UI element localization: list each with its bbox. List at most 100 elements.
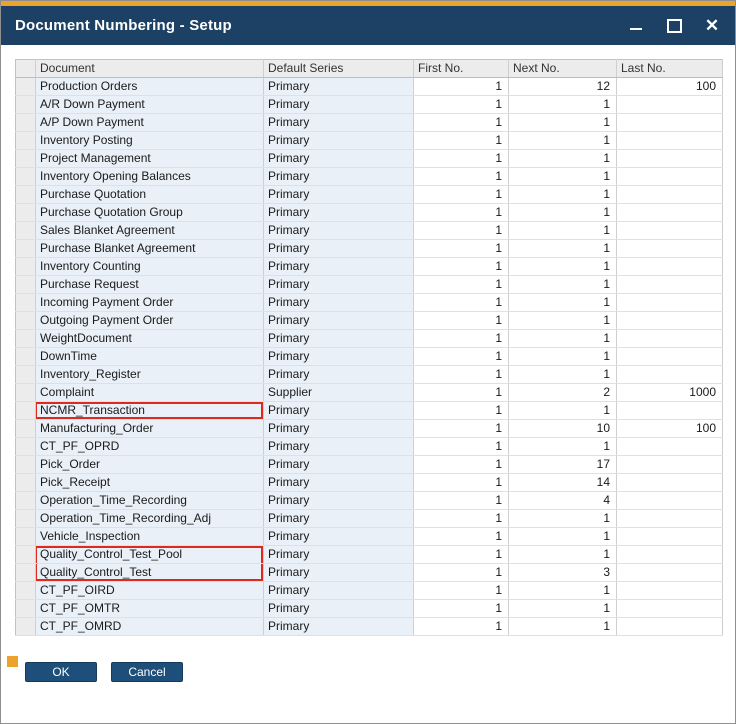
first-no-cell[interactable]: 1 <box>414 96 509 114</box>
last-no-cell[interactable]: 100 <box>617 420 723 438</box>
default-series-cell[interactable]: Primary <box>264 132 414 150</box>
default-series-cell[interactable]: Primary <box>264 528 414 546</box>
next-no-cell[interactable]: 1 <box>509 438 617 456</box>
cancel-button[interactable]: Cancel <box>111 662 183 682</box>
last-no-cell[interactable] <box>617 186 723 204</box>
last-no-cell[interactable]: 100 <box>617 78 723 96</box>
row-selector-cell[interactable] <box>16 420 36 438</box>
first-no-cell[interactable]: 1 <box>414 240 509 258</box>
row-selector-cell[interactable] <box>16 114 36 132</box>
next-no-cell[interactable]: 1 <box>509 330 617 348</box>
last-no-cell[interactable] <box>617 402 723 420</box>
document-cell[interactable]: Incoming Payment Order <box>36 294 264 312</box>
last-no-cell[interactable] <box>617 528 723 546</box>
last-no-cell[interactable] <box>617 510 723 528</box>
default-series-cell[interactable]: Primary <box>264 114 414 132</box>
default-series-cell[interactable]: Primary <box>264 564 414 582</box>
document-cell[interactable]: A/R Down Payment <box>36 96 264 114</box>
first-no-cell[interactable]: 1 <box>414 528 509 546</box>
next-no-cell[interactable]: 1 <box>509 618 617 636</box>
first-no-cell[interactable]: 1 <box>414 78 509 96</box>
row-selector-cell[interactable] <box>16 384 36 402</box>
next-no-cell[interactable]: 1 <box>509 204 617 222</box>
document-cell[interactable]: WeightDocument <box>36 330 264 348</box>
row-selector-cell[interactable] <box>16 240 36 258</box>
default-series-cell[interactable]: Primary <box>264 618 414 636</box>
next-no-cell[interactable]: 1 <box>509 402 617 420</box>
next-no-cell[interactable]: 1 <box>509 132 617 150</box>
row-selector-cell[interactable] <box>16 222 36 240</box>
document-cell[interactable]: Quality_Control_Test <box>36 564 264 582</box>
last-no-cell[interactable] <box>617 312 723 330</box>
document-cell[interactable]: Inventory Counting <box>36 258 264 276</box>
default-series-cell[interactable]: Primary <box>264 186 414 204</box>
next-no-cell[interactable]: 1 <box>509 528 617 546</box>
first-no-cell[interactable]: 1 <box>414 132 509 150</box>
first-no-cell[interactable]: 1 <box>414 474 509 492</box>
document-cell[interactable]: Operation_Time_Recording_Adj <box>36 510 264 528</box>
last-no-cell[interactable] <box>617 96 723 114</box>
row-selector-cell[interactable] <box>16 582 36 600</box>
next-no-cell[interactable]: 1 <box>509 600 617 618</box>
default-series-cell[interactable]: Primary <box>264 96 414 114</box>
next-no-cell[interactable]: 10 <box>509 420 617 438</box>
first-no-cell[interactable]: 1 <box>414 546 509 564</box>
row-selector-cell[interactable] <box>16 150 36 168</box>
first-no-cell[interactable]: 1 <box>414 420 509 438</box>
first-no-cell[interactable]: 1 <box>414 402 509 420</box>
last-no-cell[interactable]: 1000 <box>617 384 723 402</box>
last-no-cell[interactable] <box>617 618 723 636</box>
row-selector-cell[interactable] <box>16 474 36 492</box>
document-cell[interactable]: Purchase Quotation <box>36 186 264 204</box>
next-no-cell[interactable]: 1 <box>509 186 617 204</box>
minimize-button[interactable] <box>627 17 645 35</box>
last-no-cell[interactable] <box>617 564 723 582</box>
document-cell[interactable]: Purchase Blanket Agreement <box>36 240 264 258</box>
document-cell[interactable]: Outgoing Payment Order <box>36 312 264 330</box>
row-selector-cell[interactable] <box>16 366 36 384</box>
last-no-cell[interactable] <box>617 600 723 618</box>
last-no-cell[interactable] <box>617 114 723 132</box>
last-no-cell[interactable] <box>617 492 723 510</box>
document-cell[interactable]: Inventory Opening Balances <box>36 168 264 186</box>
default-series-cell[interactable]: Primary <box>264 294 414 312</box>
default-series-cell[interactable]: Primary <box>264 546 414 564</box>
default-series-cell[interactable]: Primary <box>264 600 414 618</box>
next-no-cell[interactable]: 12 <box>509 78 617 96</box>
last-no-cell[interactable] <box>617 204 723 222</box>
document-cell[interactable]: Manufacturing_Order <box>36 420 264 438</box>
next-no-cell[interactable]: 1 <box>509 240 617 258</box>
document-cell[interactable]: CT_PF_OPRD <box>36 438 264 456</box>
row-selector-cell[interactable] <box>16 546 36 564</box>
document-cell[interactable]: Quality_Control_Test_Pool <box>36 546 264 564</box>
default-series-cell[interactable]: Primary <box>264 78 414 96</box>
next-no-cell[interactable]: 1 <box>509 222 617 240</box>
last-no-cell[interactable] <box>617 456 723 474</box>
default-series-cell[interactable]: Primary <box>264 330 414 348</box>
maximize-button[interactable] <box>665 17 683 35</box>
first-no-cell[interactable]: 1 <box>414 168 509 186</box>
last-no-cell[interactable] <box>617 474 723 492</box>
row-selector-cell[interactable] <box>16 294 36 312</box>
document-cell[interactable]: Inventory_Register <box>36 366 264 384</box>
row-selector-cell[interactable] <box>16 564 36 582</box>
first-no-cell[interactable]: 1 <box>414 204 509 222</box>
last-no-cell[interactable] <box>617 294 723 312</box>
row-selector-cell[interactable] <box>16 96 36 114</box>
row-selector-cell[interactable] <box>16 438 36 456</box>
row-selector-cell[interactable] <box>16 492 36 510</box>
first-no-cell[interactable]: 1 <box>414 222 509 240</box>
next-no-cell[interactable]: 1 <box>509 366 617 384</box>
last-no-cell[interactable] <box>617 168 723 186</box>
default-series-cell[interactable]: Primary <box>264 258 414 276</box>
default-series-cell[interactable]: Primary <box>264 222 414 240</box>
first-no-cell[interactable]: 1 <box>414 438 509 456</box>
row-selector-cell[interactable] <box>16 258 36 276</box>
first-no-cell[interactable]: 1 <box>414 258 509 276</box>
next-no-cell[interactable]: 1 <box>509 582 617 600</box>
document-cell[interactable]: Inventory Posting <box>36 132 264 150</box>
default-series-cell[interactable]: Primary <box>264 204 414 222</box>
default-series-cell[interactable]: Supplier <box>264 384 414 402</box>
next-no-cell[interactable]: 2 <box>509 384 617 402</box>
default-series-cell[interactable]: Primary <box>264 366 414 384</box>
